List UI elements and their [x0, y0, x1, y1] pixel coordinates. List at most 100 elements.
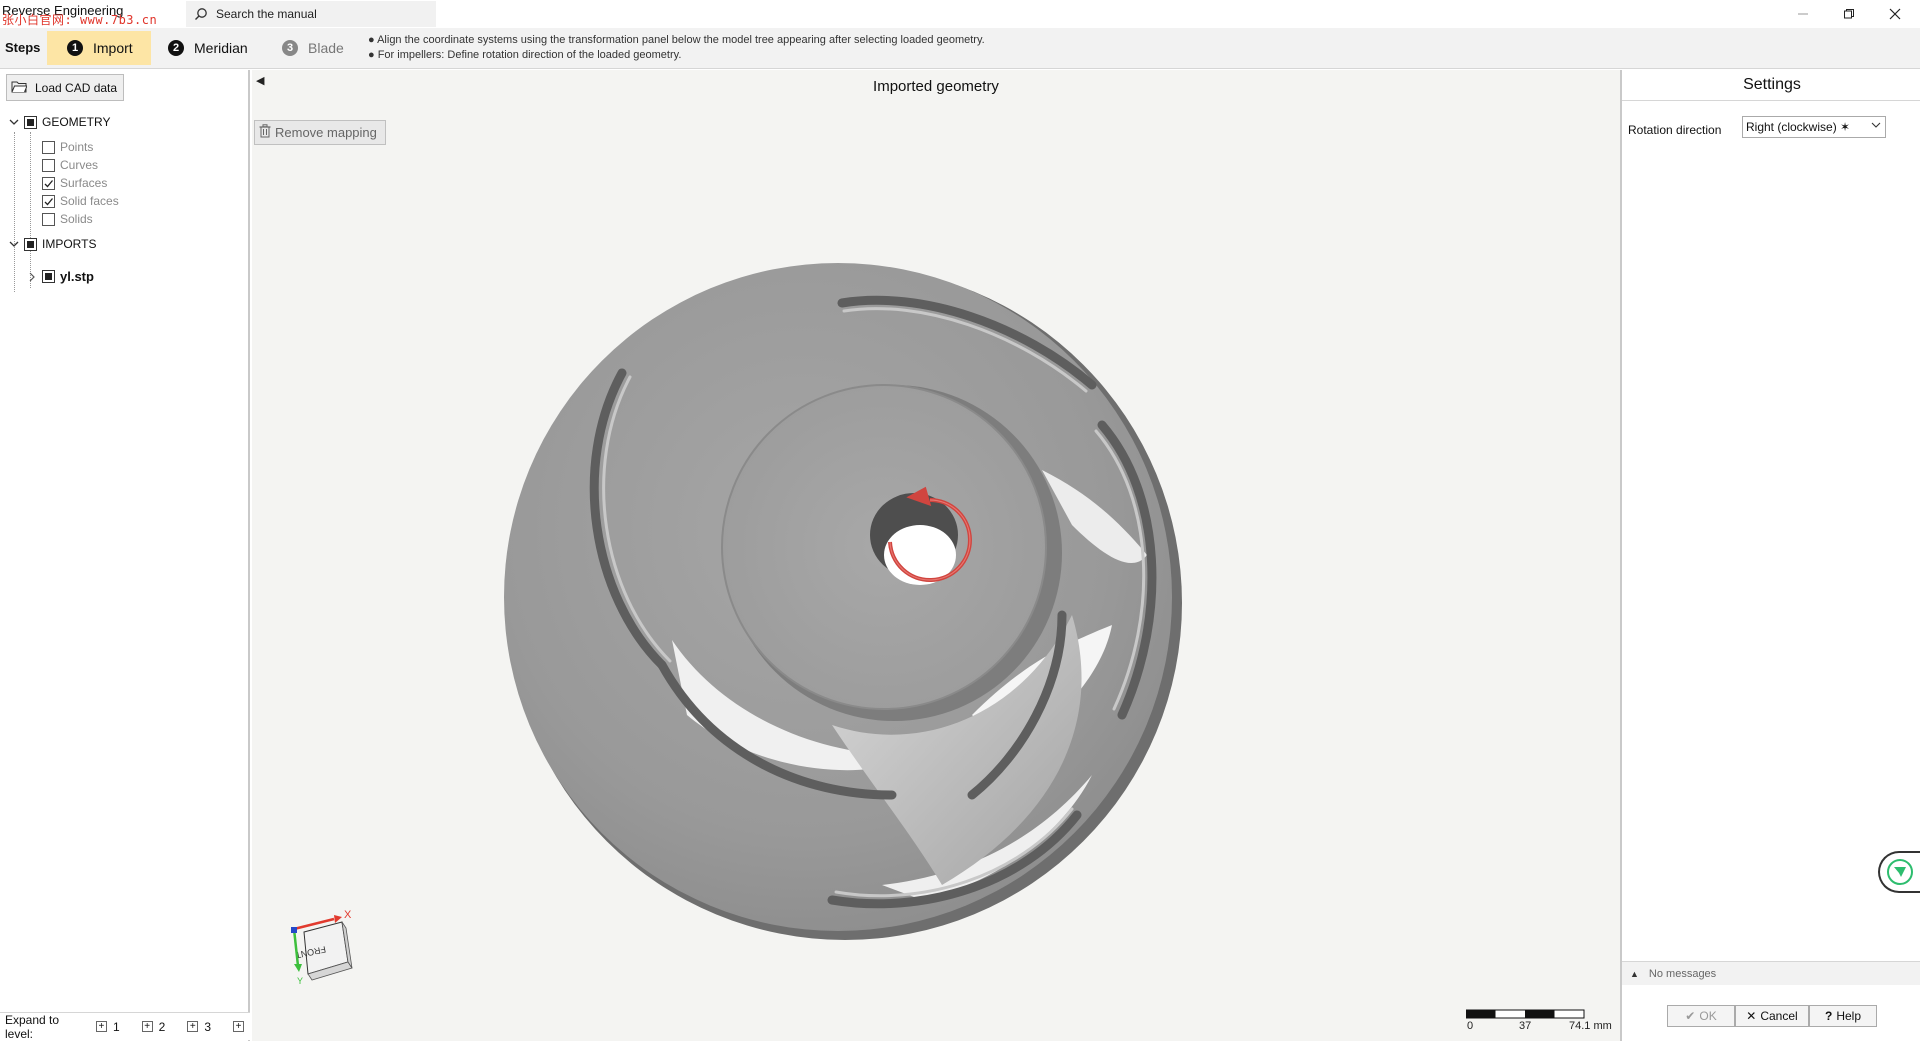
- restore-button[interactable]: [1826, 0, 1872, 28]
- 3d-viewport[interactable]: ◀ Imported geometry Remove mapping FRONT…: [252, 70, 1620, 1041]
- expand-plus-icon: +: [187, 1021, 199, 1032]
- checkbox[interactable]: [42, 212, 55, 226]
- rotation-direction-select[interactable]: Right (clockwise) ✶: [1742, 116, 1886, 138]
- scale-label-mid: 37: [1519, 1020, 1532, 1032]
- axis-x-label: X: [344, 909, 352, 921]
- view-cube-triad[interactable]: FRONT X Y: [282, 902, 372, 992]
- messages-text: No messages: [1648, 967, 1717, 980]
- expand-plus-icon: +: [233, 1021, 244, 1032]
- expand-level-2[interactable]: + 2: [141, 1019, 166, 1034]
- expand-level-label: 3: [204, 1019, 211, 1034]
- tree-node-label: IMPORTS: [42, 237, 97, 251]
- close-icon: ✕: [1746, 1009, 1757, 1023]
- expand-up-icon: ▲: [1630, 968, 1639, 979]
- step-label: Import: [93, 40, 133, 56]
- help-label: Help: [1836, 1009, 1862, 1023]
- step-hints: ● Align the coordinate systems using the…: [368, 33, 985, 63]
- dialog-buttons: ✔ OK ✕ Cancel ? Help: [1667, 1005, 1877, 1027]
- expand-level-label: 1: [112, 1019, 120, 1034]
- tree-node-imports[interactable]: IMPORTS: [8, 237, 96, 251]
- model-tree-panel: Load CAD data GEOMETRY Points Curves Sur…: [0, 70, 250, 1041]
- checkmark-icon: [44, 179, 53, 187]
- minimize-button[interactable]: [1780, 0, 1826, 28]
- hint-line: ● For impellers: Define rotation directi…: [368, 49, 682, 61]
- watermark-text: 张小白官网: www.7b3.cn: [2, 13, 158, 27]
- tree-item-solid-faces[interactable]: Solid faces: [42, 194, 119, 208]
- ok-button[interactable]: ✔ OK: [1667, 1005, 1735, 1027]
- expand-label: Expand to level:: [5, 1012, 60, 1041]
- tristate-checkbox[interactable]: [42, 270, 55, 283]
- tree-node-import-file[interactable]: yl.stp: [26, 269, 94, 284]
- chevron-down-icon[interactable]: [8, 116, 20, 128]
- trash-icon: [259, 124, 271, 141]
- expand-plus-icon: +: [141, 1021, 153, 1032]
- messages-bar[interactable]: ▲ No messages: [1622, 961, 1920, 985]
- search-placeholder: Search the manual: [216, 7, 317, 21]
- tree-item-label: Points: [60, 140, 94, 154]
- chevron-down-icon: [1871, 120, 1881, 133]
- title-bar: Reverse Engineering 张小白官网: www.7b3.cn Se…: [0, 0, 1920, 28]
- remove-mapping-button[interactable]: Remove mapping: [254, 120, 386, 145]
- divider: [1622, 100, 1920, 101]
- search-input[interactable]: Search the manual: [186, 1, 436, 27]
- assistant-icon: [1887, 859, 1913, 885]
- folder-icon: [11, 80, 28, 96]
- hint-line: ● Align the coordinate systems using the…: [368, 34, 985, 46]
- steps-bar: Steps 1 Import 2 Meridian 3 Blade ● Alig…: [0, 28, 1920, 69]
- steps-label: Steps: [5, 40, 41, 55]
- checkbox-checked[interactable]: [42, 176, 55, 190]
- tree-item-label: Curves: [60, 158, 99, 172]
- expand-plus-icon: +: [95, 1021, 107, 1032]
- step-import[interactable]: 1 Import: [47, 31, 151, 65]
- chevron-down-icon[interactable]: [8, 238, 20, 250]
- ok-label: OK: [1699, 1009, 1717, 1023]
- chevron-right-icon[interactable]: [26, 271, 38, 283]
- step-blade[interactable]: 3 Blade: [262, 31, 362, 65]
- step-number: 1: [67, 40, 83, 56]
- settings-title: Settings: [1743, 76, 1801, 93]
- expand-level-1[interactable]: + 1: [95, 1019, 120, 1034]
- viewport-title: Imported geometry: [873, 78, 999, 95]
- rotation-direction-value: Right (clockwise) ✶: [1746, 120, 1851, 134]
- load-cad-label: Load CAD data: [35, 80, 118, 95]
- cancel-button[interactable]: ✕ Cancel: [1735, 1005, 1809, 1027]
- step-number: 3: [282, 40, 298, 56]
- tristate-checkbox[interactable]: [24, 115, 37, 129]
- tree-item-label: Solid faces: [60, 194, 119, 208]
- checkbox[interactable]: [42, 158, 55, 172]
- remove-mapping-label: Remove mapping: [275, 125, 377, 140]
- check-icon: ✔: [1685, 1009, 1696, 1023]
- expand-level-bar: Expand to level: + 1 + 2 + 3 +: [0, 1012, 250, 1041]
- tree-item-solids[interactable]: Solids: [42, 212, 93, 226]
- checkbox[interactable]: [42, 140, 55, 154]
- checkbox-checked[interactable]: [42, 194, 55, 208]
- cancel-label: Cancel: [1760, 1009, 1798, 1023]
- tree-item-curves[interactable]: Curves: [42, 158, 98, 172]
- tree-node-label: yl.stp: [60, 269, 94, 284]
- tree-item-label: Surfaces: [60, 176, 108, 190]
- impeller-model[interactable]: [502, 195, 1202, 955]
- step-label: Meridian: [194, 40, 248, 56]
- expand-level-3[interactable]: + 3: [187, 1020, 211, 1034]
- assistant-button[interactable]: [1878, 851, 1920, 893]
- help-icon: ?: [1824, 1009, 1833, 1023]
- tree-guide-line: [30, 132, 31, 288]
- tree-node-label: GEOMETRY: [42, 115, 111, 129]
- close-button[interactable]: [1872, 0, 1918, 28]
- rotation-direction-label: Rotation direction: [1628, 123, 1722, 137]
- tree-node-geometry[interactable]: GEOMETRY: [8, 115, 110, 129]
- settings-panel: Settings Rotation direction Right (clock…: [1620, 70, 1920, 1041]
- scale-bar: [1466, 1009, 1585, 1019]
- step-number: 2: [168, 40, 184, 56]
- tree-item-surfaces[interactable]: Surfaces: [42, 176, 107, 190]
- load-cad-button[interactable]: Load CAD data: [6, 74, 124, 101]
- tristate-checkbox[interactable]: [24, 237, 37, 251]
- help-button[interactable]: ? Help: [1809, 1005, 1877, 1027]
- step-meridian[interactable]: 2 Meridian: [148, 31, 266, 65]
- expand-level-label: 2: [158, 1019, 166, 1034]
- expand-all-button[interactable]: +: [233, 1021, 250, 1032]
- tree-item-points[interactable]: Points: [42, 140, 93, 154]
- checkmark-icon: [44, 197, 53, 205]
- scale-label-end: 74.1 mm: [1569, 1020, 1612, 1032]
- scale-label-start: 0: [1467, 1020, 1474, 1032]
